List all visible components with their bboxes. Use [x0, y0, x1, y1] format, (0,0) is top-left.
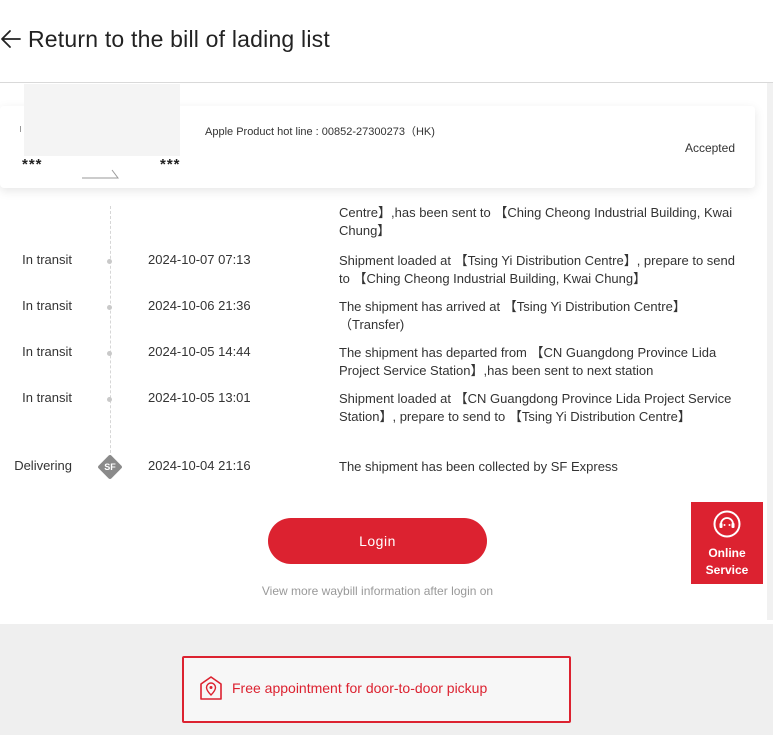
destination-city: *** — [160, 156, 181, 173]
timeline-line — [110, 206, 111, 468]
timeline-partial-desc: Centre】,has been sent to 【Ching Cheong I… — [339, 205, 733, 238]
back-to-list-button[interactable]: Return to the bill of lading list — [0, 22, 330, 56]
login-button[interactable]: Login — [268, 518, 487, 564]
row-status: In transit — [22, 252, 72, 267]
pickup-inner: Free appointment for door-to-door pickup — [198, 675, 487, 701]
timeline-dot-icon — [107, 397, 112, 402]
row-time: 2024-10-05 14:44 — [148, 344, 251, 359]
location-pin-icon — [200, 676, 222, 700]
redacted-area — [24, 84, 180, 156]
footer: Free appointment for door-to-door pickup — [0, 624, 773, 735]
row-desc: The shipment has been collected by SF Ex… — [339, 459, 618, 474]
sf-express-badge-icon: SF — [97, 454, 123, 480]
pickup-label: Free appointment for door-to-door pickup — [232, 680, 488, 696]
online-service-button[interactable]: Online Service — [691, 502, 763, 584]
online-service-line1: Online — [708, 546, 746, 560]
row-desc: Shipment loaded at 【Tsing Yi Distributio… — [339, 253, 735, 286]
row-desc: The shipment has departed from 【CN Guang… — [339, 345, 717, 378]
tracking-timeline: Centre】,has been sent to 【Ching Cheong I… — [0, 188, 773, 488]
row-status: In transit — [22, 390, 72, 405]
row-time: 2024-10-05 13:01 — [148, 390, 251, 405]
online-service-label: Online Service — [691, 545, 763, 579]
arrow-left-icon — [1, 30, 21, 48]
badge-text: SF — [104, 462, 116, 472]
timeline-dot-icon — [107, 259, 112, 264]
card-tick — [20, 126, 21, 132]
customer-service-icon — [713, 510, 741, 538]
row-time: 2024-10-04 21:16 — [148, 458, 251, 473]
row-time: 2024-10-06 21:36 — [148, 298, 251, 313]
row-desc: Shipment loaded at 【CN Guangdong Provinc… — [339, 391, 732, 424]
row-time: 2024-10-07 07:13 — [148, 252, 251, 267]
route-arrow-icon — [82, 169, 119, 179]
hotline-text: Apple Product hot line : 00852-27300273（… — [205, 126, 435, 138]
row-status: In transit — [22, 344, 72, 359]
waybill-summary-card[interactable]: *** *** Apple Product hot line : 00852-2… — [0, 84, 755, 188]
row-desc: The shipment has arrived at 【Tsing Yi Di… — [339, 299, 686, 332]
origin-city: *** — [22, 156, 43, 173]
back-label: Return to the bill of lading list — [28, 25, 330, 52]
waybill-page: Return to the bill of lading list Centre… — [0, 0, 773, 735]
header: Return to the bill of lading list — [0, 0, 773, 83]
row-status: In transit — [22, 298, 72, 313]
row-status: Delivering — [14, 458, 72, 473]
door-to-door-pickup-button[interactable]: Free appointment for door-to-door pickup — [182, 656, 571, 723]
timeline-dot-icon — [107, 305, 112, 310]
online-service-line2: Service — [705, 563, 749, 577]
login-hint: View more waybill information after logi… — [261, 584, 494, 598]
status-badge: Accepted — [684, 141, 735, 155]
timeline-dot-icon — [107, 351, 112, 356]
